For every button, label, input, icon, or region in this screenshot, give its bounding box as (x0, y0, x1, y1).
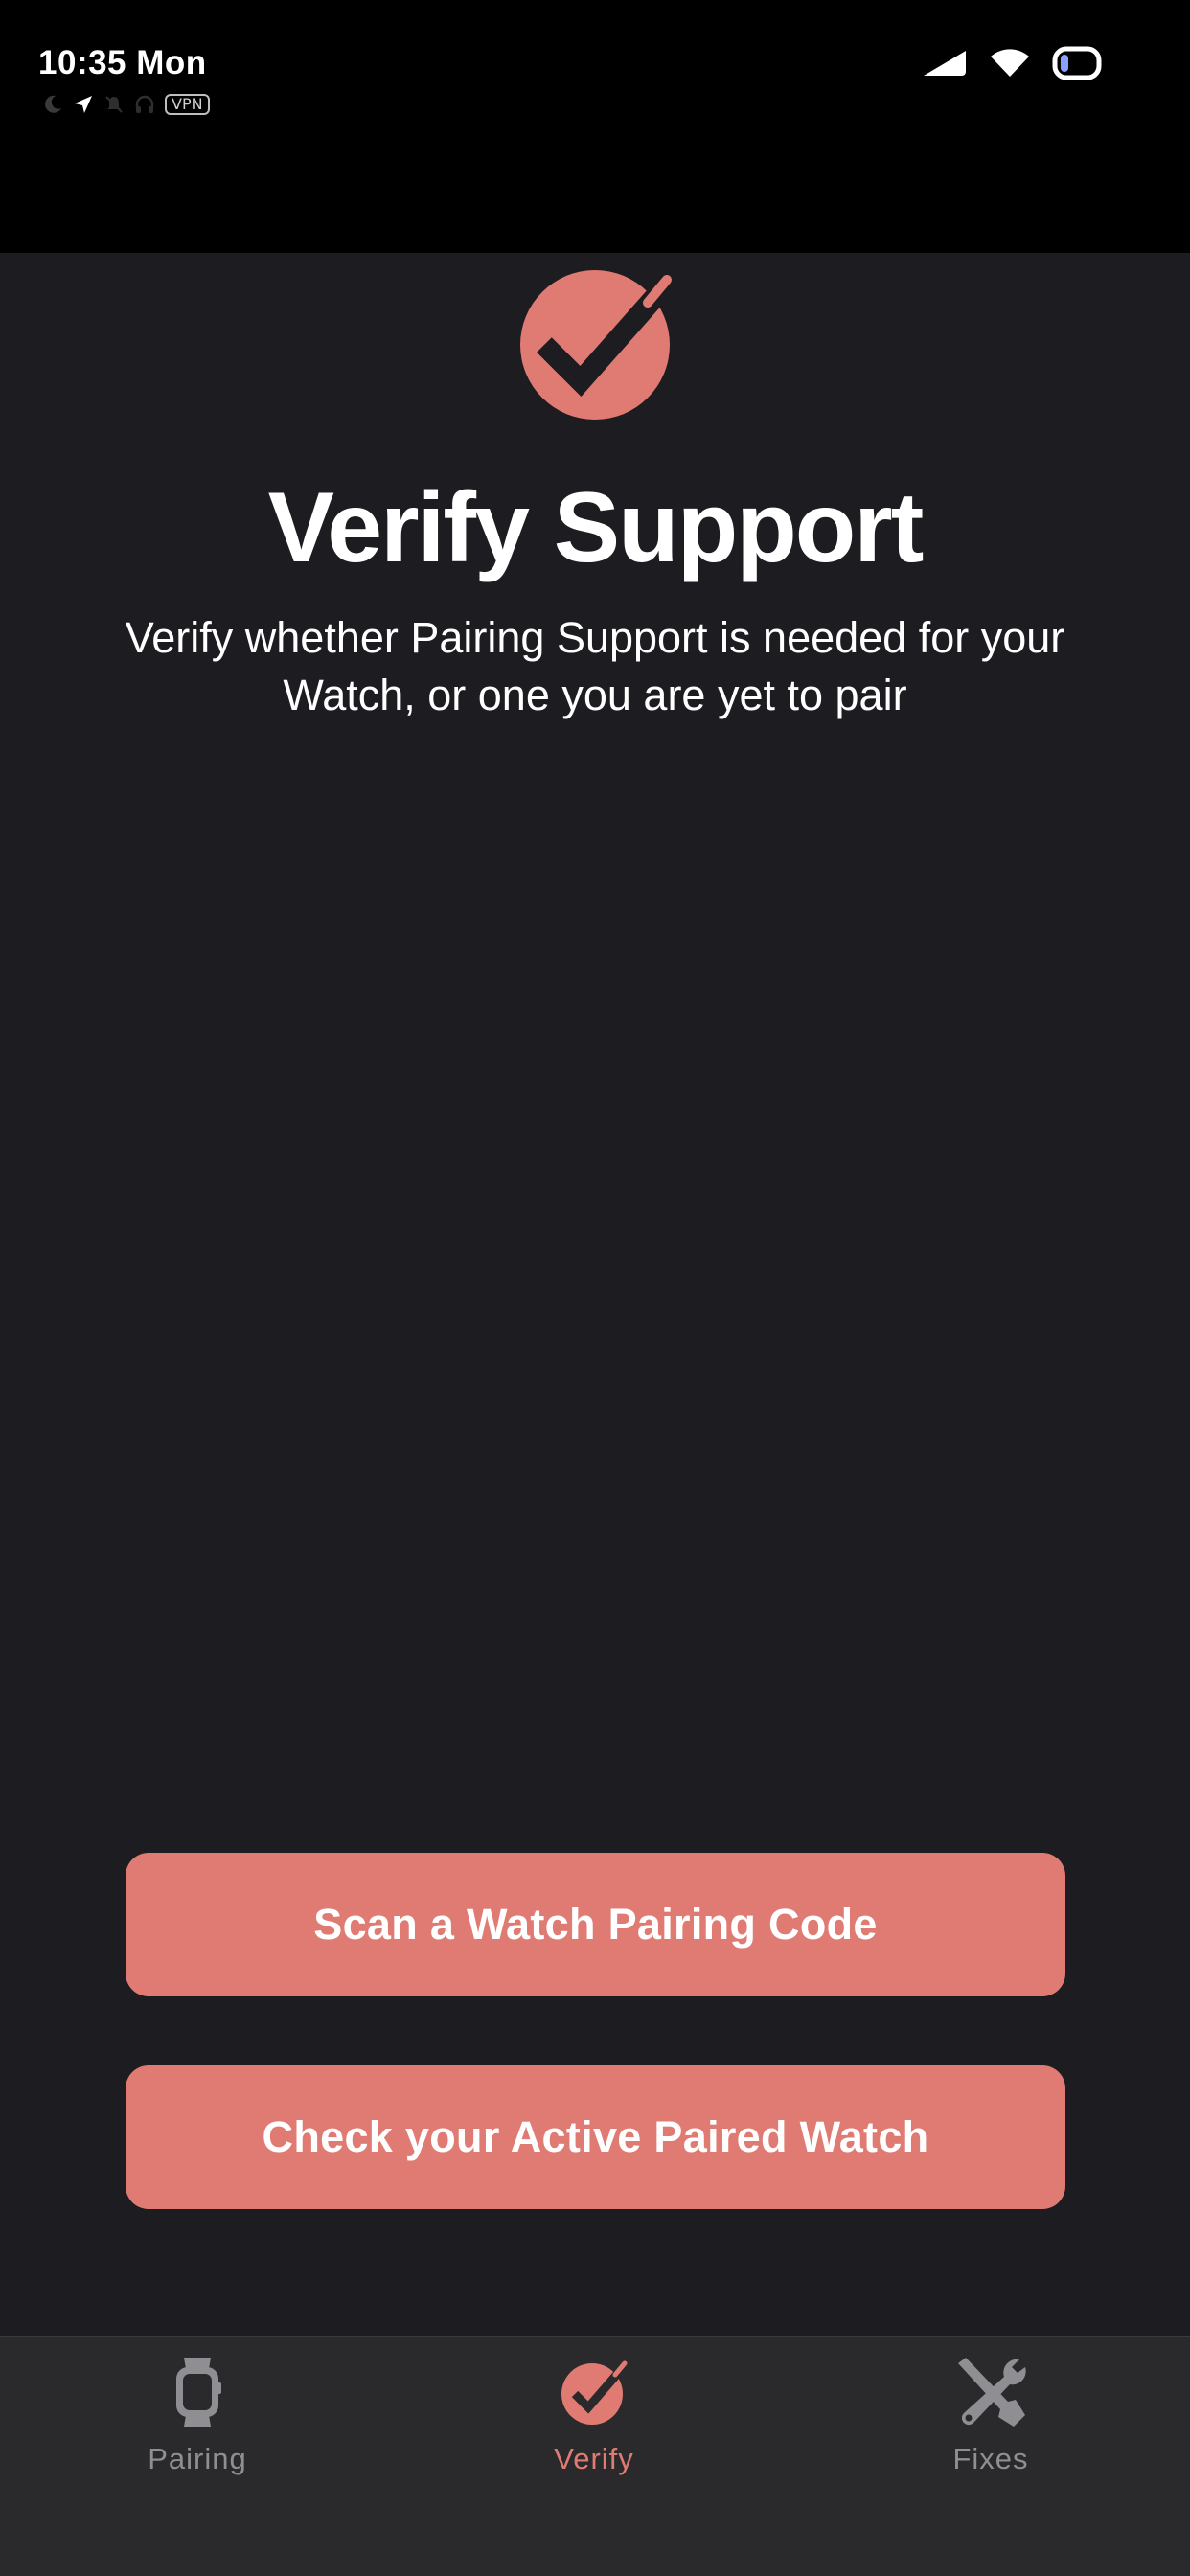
vpn-badge: VPN (165, 94, 210, 115)
status-indicators: VPN (42, 94, 210, 115)
tab-label: Pairing (148, 2442, 247, 2475)
tab-fixes[interactable]: Fixes (876, 2356, 1106, 2476)
moon-icon (45, 95, 61, 113)
tab-bar: Pairing Verify Fixes (0, 2336, 1190, 2576)
status-bar: 10:35 Mon VPN (0, 0, 1190, 253)
checkmark-circle-icon (561, 2360, 629, 2425)
tab-label: Fixes (952, 2442, 1029, 2475)
headphones-icon (135, 95, 154, 113)
watch-icon (176, 2358, 221, 2427)
bell-slash-icon (105, 96, 123, 113)
location-arrow-icon (75, 96, 92, 113)
checkmark-circle-icon (520, 270, 675, 420)
page-title: Verify Support (267, 472, 925, 583)
wrench-screwdriver-icon (958, 2358, 1026, 2427)
wifi-icon (991, 49, 1029, 77)
tab-pairing[interactable]: Pairing (82, 2356, 312, 2476)
scan-pairing-code-button[interactable]: Scan a Watch Pairing Code (126, 1853, 1065, 1996)
tab-label: Verify (554, 2442, 634, 2475)
check-active-watch-button[interactable]: Check your Active Paired Watch (126, 2065, 1065, 2209)
status-time: 10:35 Mon (38, 44, 207, 81)
tab-verify[interactable]: Verify (479, 2356, 709, 2476)
page-subtitle: Verify whether Pairing Support is needed… (125, 613, 1065, 719)
battery-icon (1052, 46, 1102, 80)
cellular-signal-icon (924, 51, 966, 76)
status-right (922, 46, 1104, 80)
